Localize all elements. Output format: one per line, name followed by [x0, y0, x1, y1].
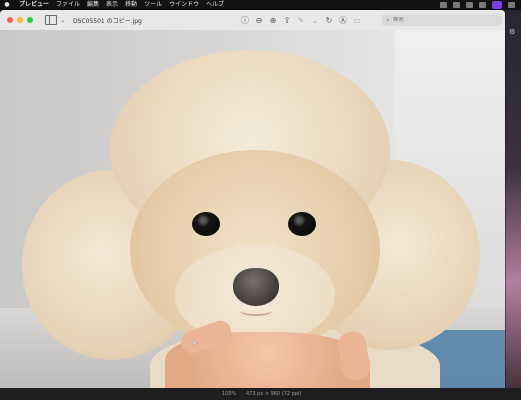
status-icon[interactable] [508, 2, 515, 8]
minimize-button[interactable] [17, 17, 23, 23]
status-icon[interactable] [479, 2, 486, 8]
markup-chevron-icon[interactable]: ⌄ [308, 13, 322, 27]
rotate-icon[interactable]: ↻ [322, 13, 336, 27]
dog-right-eye [288, 212, 316, 236]
image-dimensions: 473 px × 960 (72 ppi) [246, 391, 302, 397]
info-icon[interactable]: ⓘ [238, 13, 252, 27]
form-icon[interactable]: ▭ [350, 13, 364, 27]
dog-mouth [240, 306, 272, 316]
menubar-status-area [440, 0, 515, 10]
menu-edit[interactable]: 編集 [87, 0, 99, 10]
markup-icon[interactable]: ✎ [294, 13, 308, 27]
dog-left-eye [192, 212, 220, 236]
highlight-icon[interactable]: Ⓐ [336, 13, 350, 27]
zoom-in-icon[interactable]: ⊕ [266, 13, 280, 27]
chevron-down-icon[interactable]: ⌄ [60, 17, 65, 24]
toolbar: ⓘ ⊖ ⊕ ⇪ ✎ ⌄ ↻ Ⓐ ▭ [238, 10, 364, 30]
search-field[interactable]: ⌕ [382, 14, 502, 26]
menu-go[interactable]: 移動 [125, 0, 137, 10]
dog-nose [233, 268, 279, 306]
image-canvas[interactable]: + [0, 30, 505, 388]
sidebar-toggle-icon[interactable] [45, 15, 57, 25]
status-icon[interactable] [453, 2, 460, 8]
zoom-button[interactable] [27, 17, 33, 23]
menu-file[interactable]: ファイル [56, 0, 80, 10]
close-button[interactable] [7, 17, 13, 23]
menu-view[interactable]: 表示 [106, 0, 118, 10]
document-title: DSC05501 のコピー.jpg [73, 17, 142, 25]
search-input[interactable] [392, 17, 493, 23]
menu-tools[interactable]: ツール [144, 0, 162, 10]
title-bar: ⌄ DSC05501 のコピー.jpg ⓘ ⊖ ⊕ ⇪ ✎ ⌄ ↻ Ⓐ ▭ ⌕ [0, 10, 505, 31]
preview-window: ⌄ DSC05501 のコピー.jpg ⓘ ⊖ ⊕ ⇪ ✎ ⌄ ↻ Ⓐ ▭ ⌕ [0, 10, 505, 388]
status-icon[interactable] [440, 2, 447, 8]
menu-preview[interactable]: プレビュー [19, 0, 49, 10]
status-bar: 100% 473 px × 960 (72 ppi) [0, 388, 521, 400]
zoom-level: 100% [222, 391, 237, 397]
share-icon[interactable]: ⇪ [280, 13, 294, 27]
menu-help[interactable]: ヘルプ [206, 0, 224, 10]
apple-menu-icon[interactable]: ● [2, 0, 12, 10]
app-status-icon[interactable] [492, 1, 502, 9]
crosshair-cursor-icon: + [190, 338, 199, 349]
menu-bar: ● プレビュー ファイル 編集 表示 移動 ツール ウインドウ ヘルプ [0, 0, 521, 10]
zoom-out-icon[interactable]: ⊖ [252, 13, 266, 27]
status-icon[interactable] [466, 2, 473, 8]
desktop-background: ⚙ [505, 10, 521, 400]
gear-icon[interactable]: ⚙ [509, 28, 517, 36]
search-icon: ⌕ [386, 15, 390, 24]
menu-window[interactable]: ウインドウ [169, 0, 199, 10]
